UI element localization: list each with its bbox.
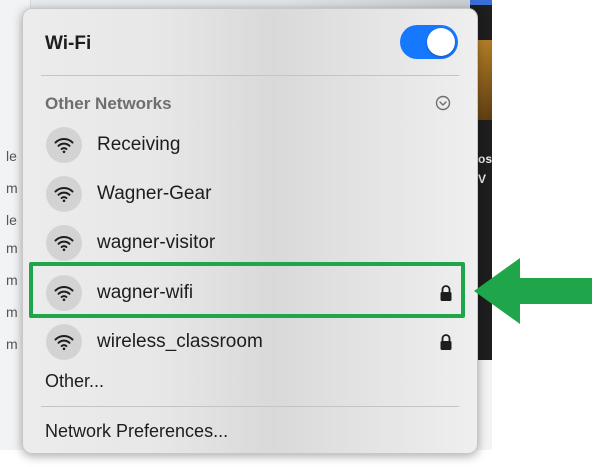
wifi-icon [54,187,74,203]
background-text: m [6,304,18,320]
toggle-knob [427,28,455,56]
wifi-toggle[interactable] [400,25,458,59]
chevron-down-circle-icon[interactable] [435,95,451,111]
lock-icon [440,334,452,350]
divider [41,75,459,76]
network-item-wagner-gear[interactable]: Wagner-Gear [41,172,461,216]
wifi-icon [54,236,74,252]
wifi-icon-badge [46,176,82,212]
wifi-icon [54,138,74,154]
wifi-icon [54,335,74,351]
background-text: m [6,272,18,288]
network-name: Wagner-Gear [97,183,212,204]
background-text: os [478,152,493,166]
background-text: m [6,336,18,352]
arrow-left-icon [474,258,592,324]
background-text: m [6,240,18,256]
highlight-box [29,262,465,318]
wifi-icon-badge [46,324,82,360]
background-text: V [478,172,487,186]
other-networks-heading: Other Networks [45,94,172,113]
network-item-wagner-visitor[interactable]: wagner-visitor [41,221,461,265]
background-blue-bar [470,0,492,5]
wifi-icon-badge [46,127,82,163]
background-text: m [6,180,18,196]
network-name: wagner-visitor [97,232,216,253]
wifi-icon-badge [46,225,82,261]
background-text: le [6,148,17,164]
network-name: Receiving [97,134,181,155]
network-item-wireless-classroom[interactable]: wireless_classroom [41,320,461,364]
divider [41,406,459,407]
wifi-title: Wi-Fi [45,33,92,54]
wifi-menu: Wi-Fi Other Networks Receiving Wagner-Ge… [22,8,478,454]
network-item-receiving[interactable]: Receiving [41,123,461,167]
network-name: wireless_classroom [97,331,263,352]
network-preferences-item[interactable]: Network Preferences... [45,421,228,442]
background-text: le [6,212,17,228]
other-network-item[interactable]: Other... [45,371,104,392]
